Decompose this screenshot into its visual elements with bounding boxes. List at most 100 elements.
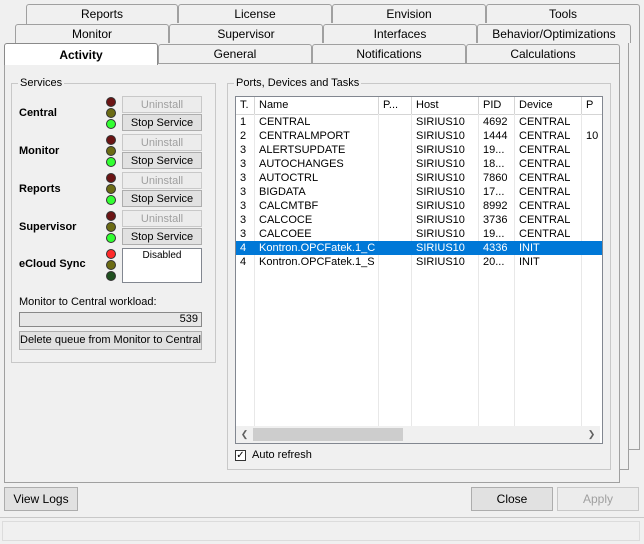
tab-envision[interactable]: Envision	[332, 4, 486, 23]
cell-p: 10	[586, 130, 599, 142]
reports-stop-service-button[interactable]: Stop Service	[122, 190, 202, 207]
cell-p	[582, 255, 602, 269]
cell-name: CENTRAL	[259, 116, 311, 128]
table-row[interactable]: 4 Kontron.OPCFatek.1_C SIRIUS10 4336 INIT	[236, 241, 602, 255]
cell-pid: 4336	[483, 242, 508, 254]
cell-port	[379, 129, 412, 143]
scroll-right-icon[interactable]: ❯	[583, 426, 600, 443]
ecloud-status-text: Disabled	[142, 250, 182, 261]
col-type-header[interactable]: T.	[236, 97, 255, 114]
tab-tools[interactable]: Tools	[486, 4, 640, 23]
cell-device: CENTRAL	[519, 130, 571, 142]
scrollbar-thumb[interactable]	[253, 428, 403, 441]
cell-type: 3	[240, 158, 247, 170]
table-row[interactable]: 3 CALCOEE SIRIUS10 19... CENTRAL	[236, 227, 602, 241]
cell-pid: 3736	[483, 214, 508, 226]
central-stop-service-button[interactable]: Stop Service	[122, 114, 202, 131]
cell-name: CALCMTBF	[259, 200, 319, 212]
cell-port	[379, 213, 412, 227]
cell-type: 4	[240, 256, 247, 268]
cell-pid: 18...	[483, 158, 505, 170]
table-row[interactable]: 3 BIGDATA SIRIUS10 17... CENTRAL	[236, 185, 602, 199]
ecloud-yellow-led-icon	[106, 260, 116, 270]
service-ecloud-sync-label: eCloud Sync	[19, 258, 86, 270]
table-row[interactable]: 3 AUTOCHANGES SIRIUS10 18... CENTRAL	[236, 157, 602, 171]
scroll-left-icon[interactable]: ❮	[236, 426, 253, 443]
cell-port	[379, 171, 412, 185]
col-p-header[interactable]: P	[582, 97, 602, 114]
ports-group-title: Ports, Devices and Tasks	[234, 77, 362, 89]
tab-reports[interactable]: Reports	[26, 4, 178, 23]
ecloud-status-box: Disabled	[122, 248, 202, 283]
cell-name: CALCOEE	[259, 228, 312, 240]
tab-general[interactable]: General	[158, 44, 312, 63]
col-name-header[interactable]: Name	[255, 97, 379, 114]
cell-host: SIRIUS10	[416, 228, 465, 240]
cell-host: SIRIUS10	[416, 172, 465, 184]
service-reports-label: Reports	[19, 183, 61, 195]
horizontal-scrollbar[interactable]: ❮ ❯	[236, 426, 600, 443]
table-row[interactable]: 1 CENTRAL SIRIUS10 4692 CENTRAL	[236, 115, 602, 129]
tab-activity[interactable]: Activity	[4, 43, 158, 65]
close-button[interactable]: Close	[471, 487, 553, 511]
cell-type: 1	[240, 116, 247, 128]
monitor-uninstall-button[interactable]: Uninstall	[122, 134, 202, 151]
ports-list[interactable]: T. Name P... Host PID Device P 1 CENTRAL S…	[235, 96, 603, 444]
cell-type: 3	[240, 228, 247, 240]
apply-button[interactable]: Apply	[557, 487, 639, 511]
cell-host: SIRIUS10	[416, 200, 465, 212]
cell-p	[582, 213, 602, 227]
cell-device: CENTRAL	[519, 158, 571, 170]
service-supervisor-label: Supervisor	[19, 221, 77, 233]
cell-type: 3	[240, 186, 247, 198]
tab-supervisor[interactable]: Supervisor	[169, 24, 323, 43]
tab-calculations[interactable]: Calculations	[466, 44, 620, 63]
cell-name: CENTRALMPORT	[259, 130, 350, 142]
cell-name: Kontron.OPCFatek.1_S	[259, 256, 375, 268]
cell-type: 3	[240, 144, 247, 156]
cell-p	[582, 199, 602, 213]
reports-uninstall-button[interactable]: Uninstall	[122, 172, 202, 189]
cell-type: 3	[240, 200, 247, 212]
supervisor-uninstall-button[interactable]: Uninstall	[122, 210, 202, 227]
table-row[interactable]: 3 ALERTSUPDATE SIRIUS10 19... CENTRAL	[236, 143, 602, 157]
tab-monitor[interactable]: Monitor	[15, 24, 169, 43]
cell-host: SIRIUS10	[416, 214, 465, 226]
cell-pid: 19...	[483, 144, 505, 156]
tab-notifications[interactable]: Notifications	[312, 44, 466, 63]
auto-refresh-checkbox[interactable]: ✓	[235, 450, 246, 461]
delete-queue-button[interactable]: Delete queue from Monitor to Central	[19, 331, 202, 350]
cell-port	[379, 199, 412, 213]
cell-device: CENTRAL	[519, 228, 571, 240]
col-device-header[interactable]: Device	[515, 97, 582, 114]
view-logs-button[interactable]: View Logs	[4, 487, 78, 511]
table-row[interactable]: 4 Kontron.OPCFatek.1_S SIRIUS10 20... INIT	[236, 255, 602, 269]
supervisor-stop-service-button[interactable]: Stop Service	[122, 228, 202, 245]
col-port-header[interactable]: P...	[379, 97, 412, 114]
cell-pid: 17...	[483, 186, 505, 198]
col-pid-header[interactable]: PID	[479, 97, 515, 114]
cell-device: INIT	[519, 256, 540, 268]
ports-list-header: T. Name P... Host PID Device P	[236, 97, 602, 115]
reports-yellow-led-icon	[106, 184, 116, 194]
workload-label: Monitor to Central workload:	[19, 296, 157, 308]
table-row[interactable]: 3 AUTOCTRL SIRIUS10 7860 CENTRAL	[236, 171, 602, 185]
auto-refresh-label[interactable]: Auto refresh	[252, 449, 312, 461]
tab-behavior-optimizations[interactable]: Behavior/Optimizations	[477, 24, 631, 43]
monitor-stop-service-button[interactable]: Stop Service	[122, 152, 202, 169]
table-row[interactable]: 2 CENTRALMPORT SIRIUS10 1444 CENTRAL 10	[236, 129, 602, 143]
tab-interfaces[interactable]: Interfaces	[323, 24, 477, 43]
monitor-green-led-icon	[106, 157, 116, 167]
table-row[interactable]: 3 CALCMTBF SIRIUS10 8992 CENTRAL	[236, 199, 602, 213]
workload-value: 539	[179, 313, 198, 325]
table-row[interactable]: 3 CALCOCE SIRIUS10 3736 CENTRAL	[236, 213, 602, 227]
monitor-red-led-icon	[106, 135, 116, 145]
cell-host: SIRIUS10	[416, 186, 465, 198]
cell-device: CENTRAL	[519, 214, 571, 226]
tab-license[interactable]: License	[178, 4, 332, 23]
cell-port	[379, 115, 412, 129]
col-host-header[interactable]: Host	[412, 97, 479, 114]
cell-name: BIGDATA	[259, 186, 306, 198]
cell-p	[582, 171, 602, 185]
central-uninstall-button[interactable]: Uninstall	[122, 96, 202, 113]
